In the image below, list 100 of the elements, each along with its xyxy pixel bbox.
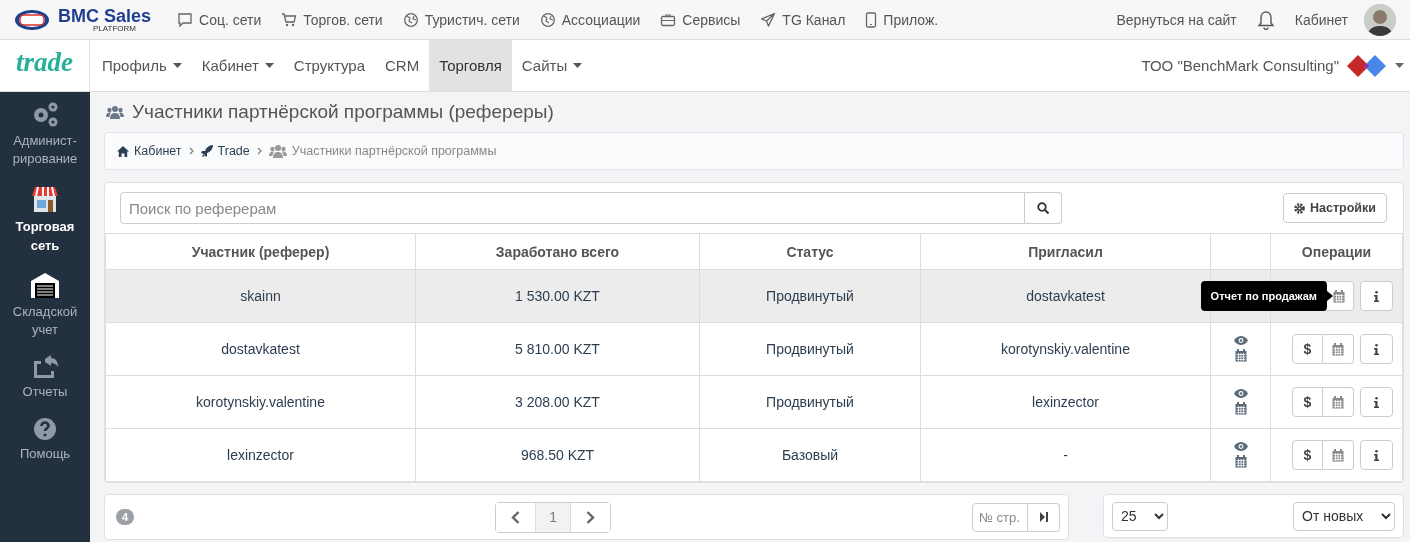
search-field[interactable]: Поиск по реферерам	[120, 192, 1025, 224]
bmc-logo-icon	[14, 8, 50, 31]
info-button[interactable]	[1360, 440, 1393, 470]
top-nav-link[interactable]: Туристич. сети	[402, 11, 520, 28]
calendar-icon	[1234, 402, 1247, 415]
table-cell: korotynskiy.valentine	[920, 322, 1211, 376]
table-cell: Продвинутый	[699, 375, 921, 429]
brand-name: BMC Sales	[58, 6, 152, 25]
table-cell: 5 810.00 KZT	[415, 322, 700, 376]
search-icon	[1037, 202, 1049, 214]
info-icon	[1374, 343, 1379, 355]
chevron-icon	[256, 147, 262, 155]
eye-icon	[1233, 389, 1248, 398]
cabinet-link[interactable]: Кабинет	[1294, 11, 1348, 28]
bell-icon	[1256, 9, 1275, 30]
calendar-icon	[1234, 455, 1247, 468]
go-to-page-button[interactable]	[1028, 502, 1060, 532]
info-icon	[1374, 290, 1379, 302]
sidebar-item[interactable]: Складской учет	[2, 302, 88, 340]
top-nav-link[interactable]: Сервисы	[660, 11, 741, 28]
calendar-icon	[1332, 448, 1344, 462]
nav-menu-item[interactable]: CRM	[375, 40, 430, 91]
nav-menu-item[interactable]: Сайты	[511, 40, 593, 91]
page-number-field[interactable]: № стр.	[972, 502, 1028, 532]
search-button[interactable]	[1025, 192, 1062, 224]
info-button[interactable]	[1360, 281, 1393, 311]
share-icon	[31, 355, 59, 380]
sidebar-item[interactable]: Торговая сеть	[2, 218, 88, 255]
briefcase-icon	[660, 11, 677, 28]
cart-icon	[281, 11, 298, 28]
column-header: Заработано всего	[415, 233, 700, 270]
per-page-select[interactable]: 25	[1112, 501, 1168, 531]
info-button[interactable]	[1360, 387, 1393, 417]
column-header: Операции	[1270, 233, 1403, 270]
page-title: Участники партнёрской программы (рефереры)	[132, 101, 554, 123]
brand-subtitle: PLATFORM	[93, 24, 136, 33]
tooltip: Отчет по продажам	[1200, 281, 1327, 311]
rocket-icon	[200, 145, 213, 157]
table-cell: skainn	[105, 269, 416, 323]
help-icon	[33, 417, 57, 442]
column-header: Участник (реферер)	[105, 233, 416, 270]
settings-button[interactable]: Настройки	[1283, 193, 1387, 223]
table-cell: Продвинутый	[699, 322, 921, 376]
company-name[interactable]: ТОО "BenchMark Consulting"	[1141, 57, 1339, 74]
phone-icon	[865, 11, 878, 28]
table-cell: 3 208.00 KZT	[415, 375, 700, 429]
table-cell: Продвинутый	[699, 269, 921, 323]
money-button[interactable]: $	[1292, 387, 1323, 417]
nav-menu-item[interactable]: Кабинет	[191, 40, 284, 91]
table-cell: lexinzector	[920, 375, 1211, 429]
table-cell: dostavkatest	[105, 322, 416, 376]
nav-menu-item[interactable]: Структура	[283, 40, 375, 91]
globe-icon	[402, 11, 419, 28]
table-cell: -	[920, 428, 1211, 482]
calendar-icon	[1332, 395, 1344, 409]
calendar-icon	[1332, 342, 1344, 356]
breadcrumb-current: Участники партнёрской программы	[291, 144, 497, 158]
top-nav-link[interactable]: Прилож.	[865, 11, 939, 28]
globe-icon	[539, 11, 556, 28]
calendar-icon	[1332, 289, 1345, 303]
info-icon	[1374, 449, 1379, 461]
sidebar-item[interactable]: Помощь	[19, 445, 71, 464]
count-badge: 4	[116, 509, 135, 525]
table-cell: 1 530.00 KZT	[415, 269, 700, 323]
eye-icon	[1233, 336, 1248, 345]
info-icon	[1374, 396, 1379, 408]
money-button[interactable]: $	[1292, 440, 1323, 470]
nav-menu-item[interactable]: Профиль	[92, 40, 192, 91]
chat-icon	[177, 11, 194, 28]
breadcrumb-link[interactable]: Кабинет	[117, 144, 182, 158]
table-cell: Базовый	[699, 428, 921, 482]
home-icon	[117, 145, 129, 157]
shop-icon	[30, 184, 60, 215]
avatar[interactable]	[1364, 3, 1396, 36]
chevron-right-icon	[586, 510, 596, 524]
calendar-icon	[1234, 349, 1247, 362]
top-nav-link[interactable]: Соц. сети	[177, 11, 262, 28]
table-cell: dostavkatest	[920, 269, 1211, 323]
chevron-left-icon	[511, 510, 521, 524]
breadcrumb-link[interactable]: Trade	[200, 144, 250, 158]
column-header: Статус	[699, 233, 921, 270]
top-nav-link[interactable]: TG Канал	[760, 11, 846, 28]
sidebar-item[interactable]: Отчеты	[22, 383, 68, 402]
nav-menu-item[interactable]: Торговля	[429, 40, 512, 91]
info-button[interactable]	[1360, 334, 1393, 364]
page-number[interactable]: 1	[535, 502, 572, 532]
users-icon	[106, 105, 124, 119]
gear-icon	[1294, 202, 1306, 214]
sidebar-item[interactable]: Админист-рирование	[2, 132, 88, 169]
eye-icon	[1233, 442, 1248, 451]
table-cell: lexinzector	[105, 428, 416, 482]
company-logo-icon	[1347, 54, 1387, 77]
money-button[interactable]: $	[1292, 334, 1323, 364]
table-cell: korotynskiy.valentine	[105, 375, 416, 429]
top-nav-link[interactable]: Торгов. сети	[281, 11, 383, 28]
caret-icon	[1395, 63, 1404, 68]
column-header: Пригласил	[920, 233, 1211, 270]
back-to-site-link[interactable]: Вернуться на сайт	[1116, 11, 1237, 28]
top-nav-link[interactable]: Ассоциации	[539, 11, 641, 28]
sort-select[interactable]: От новых	[1293, 501, 1395, 531]
